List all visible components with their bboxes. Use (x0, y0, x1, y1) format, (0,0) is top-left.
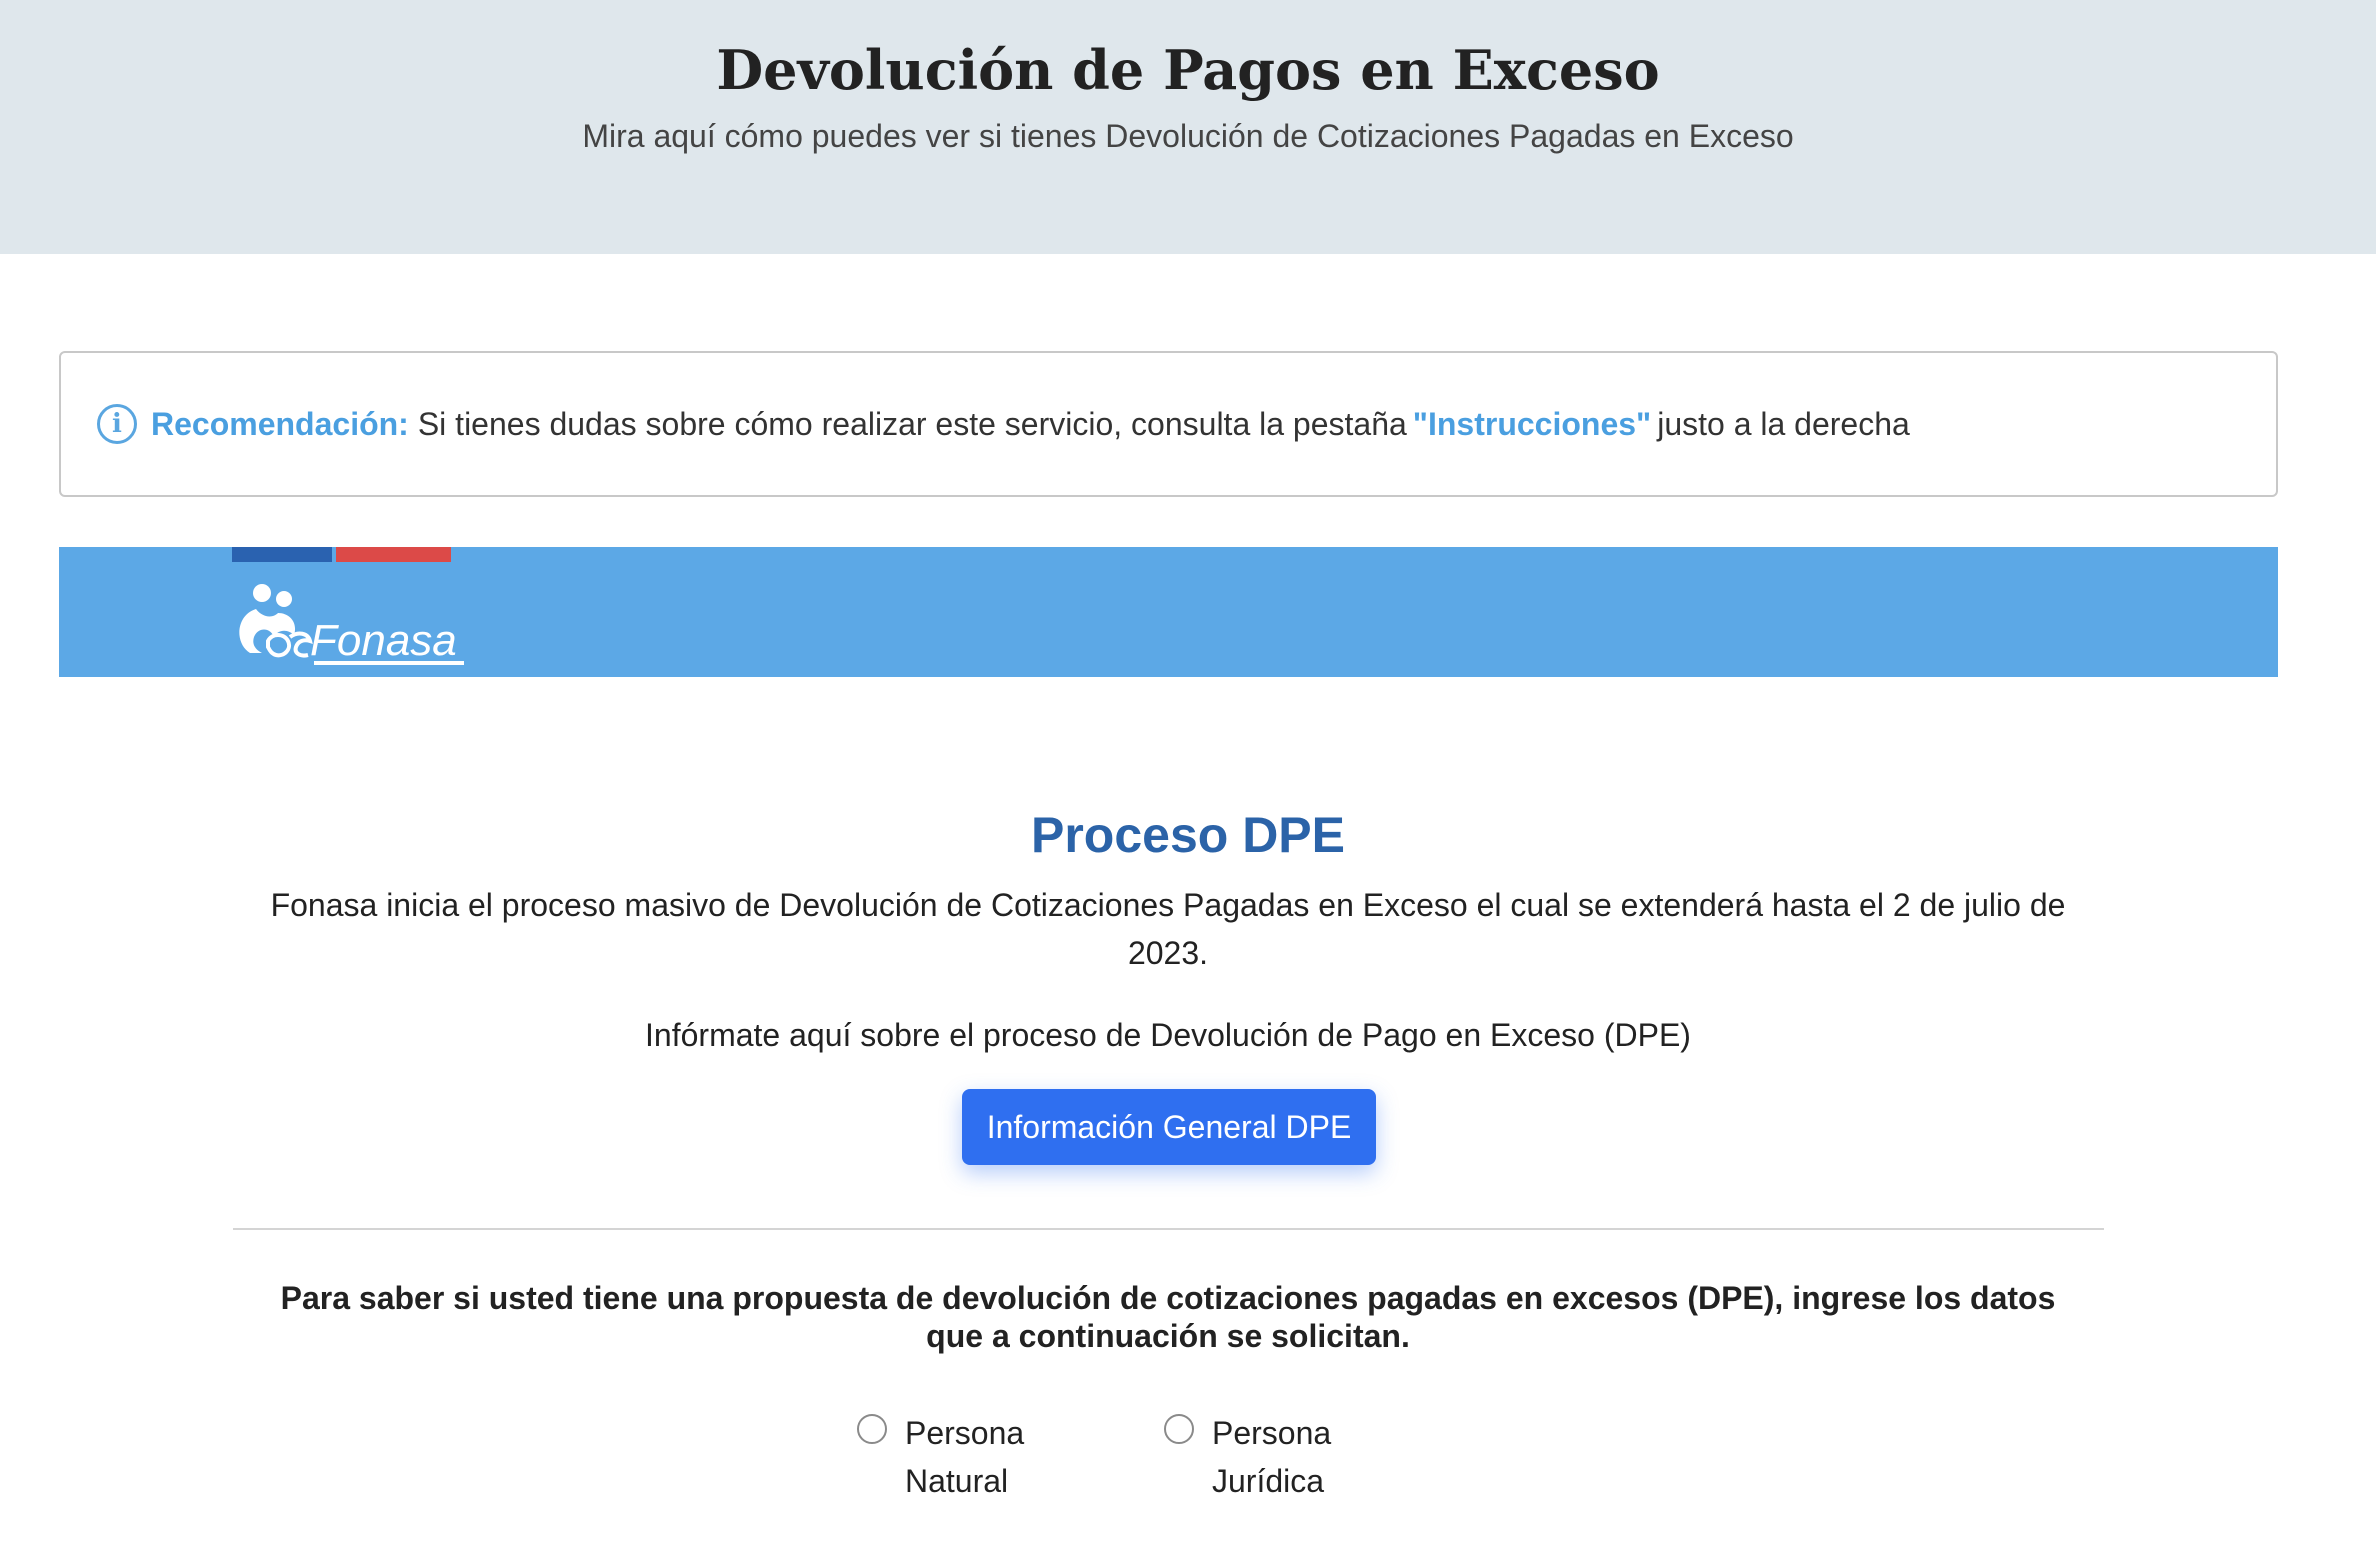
recommendation-text: Si tienes dudas sobre cómo realizar este… (417, 405, 1407, 442)
fonasa-logo: Fonasa (239, 584, 464, 665)
radio-button[interactable] (857, 1414, 887, 1444)
flag-stripe-blue (232, 547, 332, 562)
flag-stripe-red (336, 547, 451, 562)
page-title: Devolución de Pagos en Exceso (716, 38, 1660, 102)
recommendation-text-end: justo a la derecha (1657, 405, 1910, 442)
recommendation-label: Recomendación: (151, 405, 409, 442)
info-text: Infórmate aquí sobre el proceso de Devol… (645, 1017, 1691, 1053)
process-description: Fonasa inicia el proceso masivo de Devol… (270, 887, 2066, 971)
divider (233, 1228, 2104, 1230)
page-header: Devolución de Pagos en Exceso Mira aquí … (0, 0, 2376, 254)
section-title: Proceso DPE (1030, 807, 1345, 863)
general-info-button[interactable]: Información General DPE (962, 1089, 1376, 1165)
fonasa-logo-text: Fonasa (310, 616, 457, 665)
radio-label: Persona Jurídica (1212, 1415, 1332, 1499)
radio-label: Persona Natural (905, 1415, 1025, 1499)
radio-button[interactable] (1164, 1414, 1194, 1444)
instructions-link[interactable]: "Instrucciones" (1413, 406, 1651, 443)
info-icon: i (97, 404, 137, 444)
recommendation-box: i Recomendación: Si tienes dudas sobre c… (59, 351, 2278, 497)
page-subtitle: Mira aquí cómo puedes ver si tienes Devo… (582, 118, 1794, 154)
radio-persona-natural[interactable]: Persona Natural (857, 1409, 1035, 1505)
instructions-question: Para saber si usted tiene una propuesta … (280, 1280, 2056, 1354)
radio-persona-juridica[interactable]: Persona Jurídica (1164, 1409, 1342, 1505)
fonasa-banner: Fonasa (59, 547, 2278, 677)
